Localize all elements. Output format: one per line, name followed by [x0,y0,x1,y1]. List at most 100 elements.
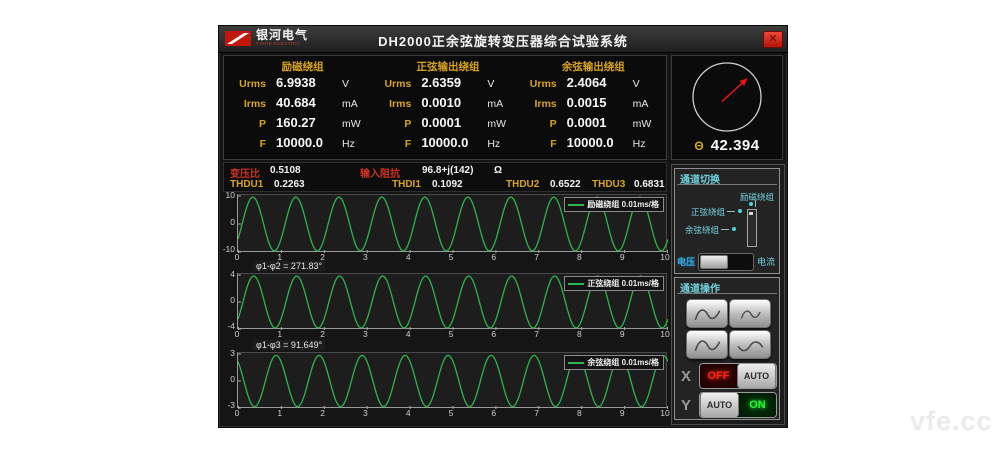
divider [677,184,777,185]
f-unit: Hz [633,138,646,150]
x-tick-label: 5 [449,408,454,418]
p-label: P [521,118,557,130]
irms-value: 0.0010 [421,95,487,110]
x-channel-toggle: OFF AUTO [699,363,777,389]
f-label: F [375,138,411,150]
toggle-handle[interactable] [700,255,728,269]
f-label: F [230,138,266,150]
excitation-winding-column: 励磁绕组 Urms6.9938V Irms40.684mA P160.27mW … [230,59,375,159]
x-tick-label: 0 [235,252,240,262]
phase12-annotation: φ1-φ2 = 271.83° [253,261,325,271]
p-unit: mW [342,118,361,130]
current-label: 电流 [757,255,775,268]
sine-winding-label: 正弦绕组 [691,206,725,218]
x-tick-label: 6 [491,408,496,418]
y-channel-label: Y [681,397,693,414]
sine-wave-icon [692,305,722,323]
x-tick-label: 10 [660,408,669,418]
x-tick-label: 10 [660,252,669,262]
irms-unit: mA [487,98,503,110]
x-auto-button[interactable]: AUTO [737,364,776,388]
x-tick-label: 2 [320,329,325,339]
p-value: 0.0001 [421,115,487,130]
x-tick-label: 9 [620,329,625,339]
x-tick-label: 1 [277,329,282,339]
sine-channel-dot [738,209,742,213]
voltage-current-toggle[interactable] [698,253,754,271]
measurement-panel: 励磁绕组 Urms6.9938V Irms40.684mA P160.27mW … [223,55,667,160]
y-channel-toggle: AUTO ON [699,392,777,418]
connector-line [727,211,735,212]
column-header: 正弦输出绕组 [375,59,520,75]
excitation-waveform-plot: 励磁绕组 0.01ms/格 [237,194,667,252]
angle-readout: Θ42.394 [672,137,782,155]
p-unit: mW [633,118,652,130]
urms-value: 2.4064 [567,75,633,90]
f-unit: Hz [487,138,500,150]
waveform-rocker-button-1[interactable] [686,299,728,328]
connector-line [755,200,756,207]
cosine-channel-dot [732,227,736,231]
window-title: DH2000正余弦旋转变压器综合试验系统 [219,31,787,50]
impedance-label: 输入阻抗 [360,165,400,180]
connector-line [721,229,729,230]
sine-waveform-plot: 正弦绕组 0.01ms/格 [237,273,667,329]
phase13-annotation: φ1-φ3 = 91.649° [253,340,325,350]
irms-label: Irms [521,98,557,110]
x-channel-row: X OFF AUTO [681,363,777,389]
voltage-label: 电压 [677,255,695,268]
plot3-yaxis-labels: 30-3 [223,352,236,406]
channel-selector-slider[interactable] [747,209,757,247]
irms-value: 0.0015 [567,95,633,110]
f-value: 10000.0 [276,135,342,150]
thdu3-value: 0.6831 [634,179,665,190]
x-off-button[interactable]: OFF [700,364,737,388]
rocker-row-1 [675,299,781,328]
x-tick-label: 8 [577,329,582,339]
angle-dial [689,59,765,135]
urms-unit: V [342,78,349,90]
x-tick-label: 4 [406,408,411,418]
impedance-value: 96.8+j(142) [422,165,473,176]
x-tick-label: 1 [277,408,282,418]
waveform-rocker-button-4[interactable] [729,330,771,359]
thdu2-label: THDU2 [506,179,539,190]
x-tick-label: 0 [235,408,240,418]
x-tick-label: 8 [577,408,582,418]
angle-value: 42.394 [711,137,760,154]
column-header: 励磁绕组 [230,59,375,75]
urms-value: 6.9938 [276,75,342,90]
sine-output-winding-column: 正弦输出绕组 Urms2.6359V Irms0.0010mA P0.0001m… [375,59,520,159]
x-tick-label: 9 [620,252,625,262]
ratio-label: 变压比 [230,165,260,180]
x-tick-label: 6 [491,329,496,339]
channel-switch-panel: 通道切换 励磁绕组 正弦绕组 余弦绕组 电压 电流 [674,168,780,274]
slider-handle[interactable] [749,212,753,215]
p-unit: mW [487,118,506,130]
thdu3-label: THDU3 [592,179,625,190]
impedance-unit: Ω [494,165,502,176]
close-button[interactable]: ✕ [763,31,783,48]
x-tick-label: 9 [620,408,625,418]
x-tick-label: 4 [406,329,411,339]
gauge-needle [719,76,750,105]
x-tick-label: 2 [320,408,325,418]
y-auto-button[interactable]: AUTO [700,393,739,417]
waveform-rocker-button-3[interactable] [686,330,728,359]
plot2-yaxis-labels: 40-4 [223,273,236,327]
f-value: 10000.0 [421,135,487,150]
urms-label: Urms [375,78,411,90]
legend-line-icon [568,283,584,285]
screenshot-canvas: 银河电气 YINHE ELECTRIC DH2000正余弦旋转变压器综合试验系统… [0,0,1000,450]
waveform-rocker-button-2[interactable] [729,299,771,328]
x-tick-label: 8 [577,252,582,262]
thdi1-value: 0.1092 [432,179,463,190]
urms-unit: V [487,78,494,90]
cosine-wave-icon [735,336,765,354]
thdu2-value: 0.6522 [550,179,581,190]
excitation-channel-dot [749,202,753,206]
cosine-winding-label: 余弦绕组 [685,224,719,236]
urms-label: Urms [521,78,557,90]
p-value: 0.0001 [567,115,633,130]
y-on-button[interactable]: ON [739,393,776,417]
